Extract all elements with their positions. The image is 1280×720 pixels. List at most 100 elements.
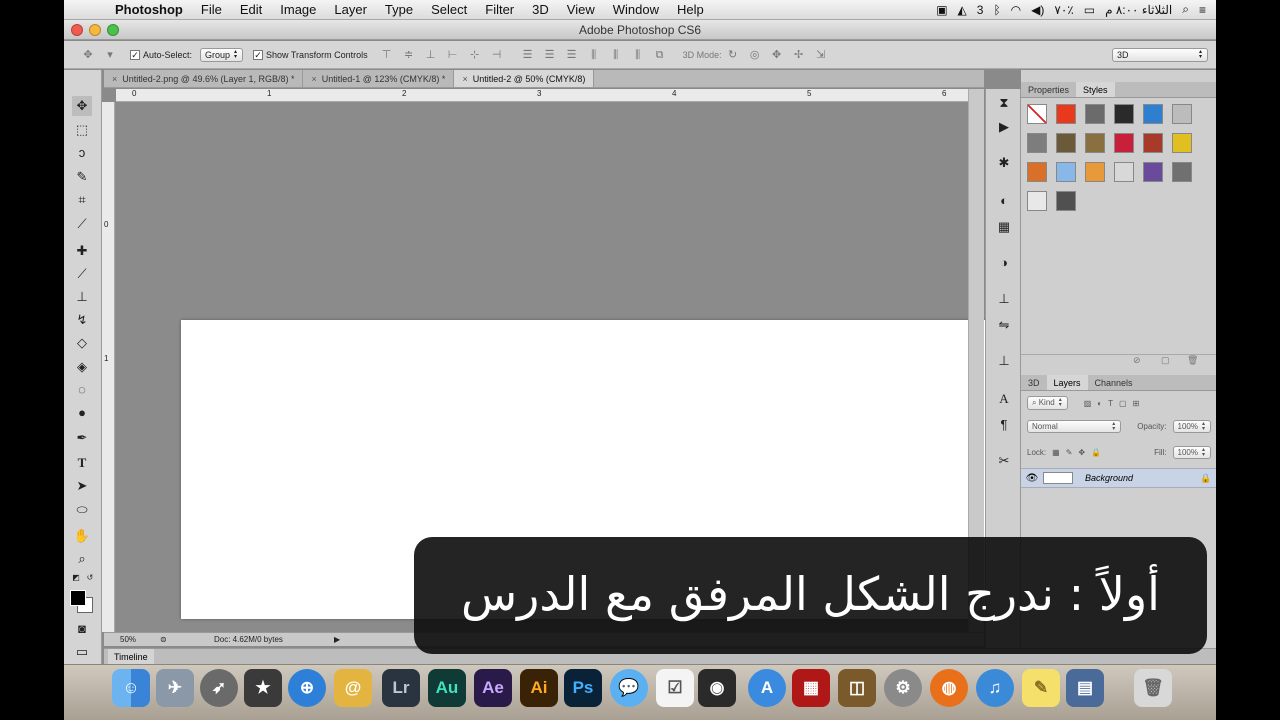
style-swatch[interactable]: [1056, 162, 1076, 182]
stickies-icon[interactable]: ✎: [1022, 669, 1060, 707]
lock-position-icon[interactable]: ✥: [1078, 448, 1085, 457]
illustrator-icon[interactable]: Ai: [520, 669, 558, 707]
style-swatch[interactable]: [1143, 104, 1163, 124]
menu-app[interactable]: Photoshop: [106, 2, 192, 17]
align-hcenter-icon[interactable]: ⊹: [469, 49, 481, 61]
pen-tool-icon[interactable]: ✒: [72, 428, 92, 448]
bluetooth-icon[interactable]: ᛒ: [993, 3, 1000, 17]
itunes-icon[interactable]: ♫: [976, 669, 1014, 707]
blend-mode-dropdown[interactable]: Normal: [1027, 420, 1122, 433]
reminders-icon[interactable]: ☑: [656, 669, 694, 707]
workspace-dropdown[interactable]: 3D: [1112, 47, 1208, 62]
3d-slide-icon[interactable]: ✢: [793, 49, 805, 61]
quick-mask-icon[interactable]: ◙: [72, 619, 92, 639]
filter-adjust-icon[interactable]: ◐: [1097, 399, 1102, 408]
stamp-tool-icon[interactable]: ⊥: [72, 287, 92, 307]
close-tab-icon[interactable]: ×: [462, 74, 467, 84]
screen-mode-icon[interactable]: ▭: [72, 642, 92, 662]
star-app-icon[interactable]: ★: [244, 669, 282, 707]
chevron-down-icon[interactable]: ▾: [104, 49, 116, 61]
filter-type-icon[interactable]: T: [1108, 399, 1113, 408]
distribute-bottom-icon[interactable]: ☰: [566, 49, 578, 61]
style-swatch[interactable]: [1027, 162, 1047, 182]
marquee-tool-icon[interactable]: ⬚: [72, 120, 92, 140]
align-bottom-icon[interactable]: ⊥: [425, 49, 437, 61]
crop-tool-icon[interactable]: ⌗: [72, 190, 92, 210]
style-swatch[interactable]: [1172, 104, 1192, 124]
style-swatch[interactable]: [1027, 104, 1047, 124]
zoom-button[interactable]: [107, 24, 119, 36]
status-icon[interactable]: ⊜: [160, 633, 167, 647]
finder-icon[interactable]: ☺: [112, 669, 150, 707]
menu-window[interactable]: Window: [604, 2, 668, 17]
trash-icon[interactable]: 🗑: [1134, 669, 1172, 707]
clone-source-icon[interactable]: ⊥: [994, 289, 1014, 309]
menu-help[interactable]: Help: [668, 2, 713, 17]
firefox-icon[interactable]: ◍: [930, 669, 968, 707]
style-swatch[interactable]: [1114, 104, 1134, 124]
brush-tool-icon[interactable]: ⟋: [72, 264, 92, 284]
distribute-left-icon[interactable]: ⫼: [588, 49, 600, 61]
filter-shape-icon[interactable]: ▢: [1119, 399, 1127, 408]
show-transform-checkbox[interactable]: ✓ Show Transform Controls: [253, 49, 368, 60]
brush-panel-icon[interactable]: ⇋: [994, 315, 1014, 335]
type-tool-icon[interactable]: T: [72, 453, 92, 473]
distribute-top-icon[interactable]: ☰: [522, 49, 534, 61]
zoom-level[interactable]: 50%: [120, 633, 136, 647]
layer-row-background[interactable]: 👁 Background 🔒: [1021, 468, 1216, 488]
quick-select-tool-icon[interactable]: ✎: [72, 167, 92, 187]
paragraph-icon[interactable]: ¶: [994, 415, 1014, 435]
distribute-right-icon[interactable]: ⫼: [632, 49, 644, 61]
gradient-tool-icon[interactable]: ◈: [72, 357, 92, 377]
menu-layer[interactable]: Layer: [325, 2, 376, 17]
new-style-icon[interactable]: ▢: [1161, 355, 1170, 366]
after-effects-icon[interactable]: Ae: [474, 669, 512, 707]
history-brush-tool-icon[interactable]: ↯: [72, 310, 92, 330]
fill-field[interactable]: 100%: [1172, 446, 1211, 459]
menu-filter[interactable]: Filter: [476, 2, 523, 17]
align-right-icon[interactable]: ⊣: [491, 49, 503, 61]
style-swatch[interactable]: [1056, 133, 1076, 153]
menu-edit[interactable]: Edit: [231, 2, 271, 17]
photo-booth-icon[interactable]: ▦: [792, 669, 830, 707]
tab-untitled-2-png[interactable]: × Untitled-2.png @ 49.6% (Layer 1, RGB/8)…: [104, 70, 304, 87]
search-icon[interactable]: ⌕: [1182, 2, 1189, 17]
align-left-icon[interactable]: ⊢: [447, 49, 459, 61]
lock-transparent-icon[interactable]: ▦: [1052, 448, 1060, 457]
lightroom-icon[interactable]: Lr: [382, 669, 420, 707]
style-swatch[interactable]: [1172, 133, 1192, 153]
tools-icon[interactable]: ✂: [994, 451, 1014, 471]
style-swatch[interactable]: [1085, 133, 1105, 153]
kind-filter-dropdown[interactable]: ⌕ Kind: [1027, 396, 1068, 410]
adjustments-icon[interactable]: ◑: [994, 253, 1014, 273]
tab-timeline[interactable]: Timeline: [108, 649, 154, 665]
style-swatch[interactable]: [1056, 191, 1076, 211]
move-tool-preset-icon[interactable]: ✥: [82, 49, 94, 61]
3d-rotate-icon[interactable]: ↻: [727, 49, 739, 61]
auto-align-icon[interactable]: ⧉: [654, 49, 666, 61]
vertical-ruler[interactable]: 0 1: [102, 102, 115, 632]
3d-roll-icon[interactable]: ◎: [749, 49, 761, 61]
close-button[interactable]: [71, 24, 83, 36]
blur-tool-icon[interactable]: ◌: [72, 380, 92, 400]
filter-image-icon[interactable]: ▨: [1084, 399, 1092, 408]
tool-presets-icon[interactable]: ⊥: [994, 351, 1014, 371]
menu-3d[interactable]: 3D: [523, 2, 558, 17]
3d-pan-icon[interactable]: ✥: [771, 49, 783, 61]
eye-icon[interactable]: 👁: [1021, 473, 1043, 484]
style-swatch[interactable]: [1085, 162, 1105, 182]
actions-icon[interactable]: ▶: [994, 117, 1014, 137]
history-icon[interactable]: ⧗: [994, 93, 1014, 113]
launchpad-icon[interactable]: ✈: [156, 669, 194, 707]
auto-select-dropdown[interactable]: Group: [200, 47, 244, 62]
character-icon[interactable]: A: [994, 389, 1014, 409]
dodge-tool-icon[interactable]: ●: [72, 403, 92, 423]
align-vcenter-icon[interactable]: ≑: [403, 49, 415, 61]
style-swatch[interactable]: [1056, 104, 1076, 124]
status-arrow-icon[interactable]: ▶: [334, 633, 340, 647]
hand-tool-icon[interactable]: ✋: [72, 526, 92, 546]
image-capture-icon[interactable]: ◫: [838, 669, 876, 707]
lock-image-icon[interactable]: ✎: [1066, 448, 1073, 457]
script-editor-icon[interactable]: ▤: [1066, 669, 1104, 707]
volume-icon[interactable]: ◀): [1031, 3, 1044, 17]
